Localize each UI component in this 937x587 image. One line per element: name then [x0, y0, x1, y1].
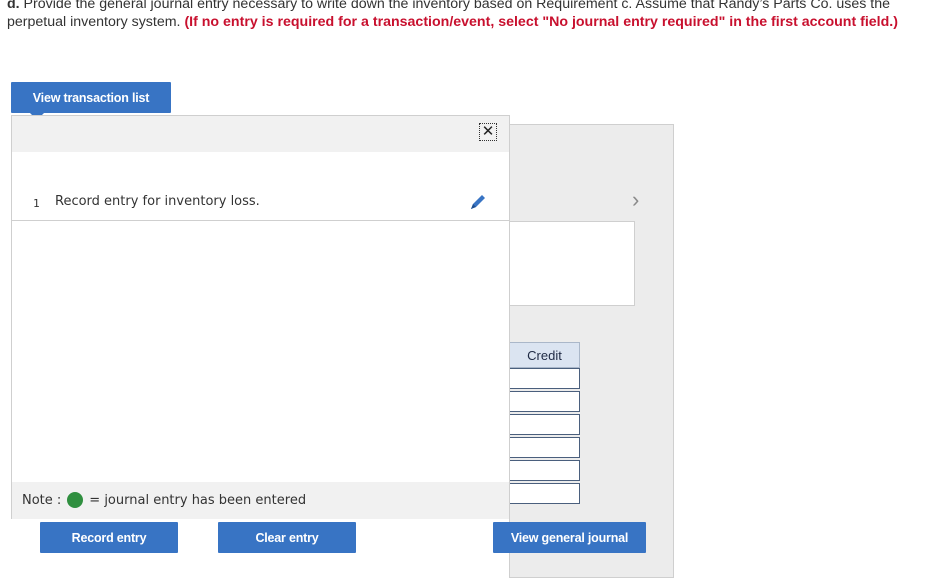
credit-input[interactable]	[509, 391, 580, 412]
instructions-lead: d.	[7, 0, 20, 12]
green-dot-icon	[67, 492, 84, 508]
credit-input[interactable]	[509, 483, 580, 504]
popup-header: ✕	[12, 116, 509, 152]
record-entry-button[interactable]: Record entry	[40, 522, 178, 553]
journal-description-box[interactable]	[509, 221, 635, 306]
note-bar: Note : = journal entry has been entered	[12, 482, 509, 519]
close-icon[interactable]: ✕	[479, 123, 497, 141]
transaction-list-popup: ✕ 1 Record entry for inventory loss. Not…	[11, 115, 510, 519]
pencil-icon[interactable]	[468, 192, 488, 212]
transaction-number: 1	[33, 197, 40, 210]
transaction-description[interactable]: Record entry for inventory loss.	[55, 194, 260, 209]
credit-input[interactable]	[509, 368, 580, 389]
chevron-right-icon[interactable]: ›	[632, 187, 639, 213]
note-prefix: Note :	[22, 492, 62, 508]
clear-entry-button[interactable]: Clear entry	[218, 522, 356, 553]
credit-input[interactable]	[509, 460, 580, 481]
note: Note : = journal entry has been entered	[22, 492, 306, 508]
note-suffix: = journal entry has been entered	[89, 492, 307, 508]
row-divider	[12, 220, 509, 221]
instructions: d. Provide the general journal entry nec…	[7, 0, 932, 31]
instructions-note: (If no entry is required for a transacti…	[184, 14, 898, 30]
credit-column-header: Credit	[509, 342, 580, 368]
view-transaction-list-button[interactable]: View transaction list	[11, 82, 171, 113]
view-general-journal-button[interactable]: View general journal	[493, 522, 646, 553]
credit-input[interactable]	[509, 414, 580, 435]
credit-input[interactable]	[509, 437, 580, 458]
